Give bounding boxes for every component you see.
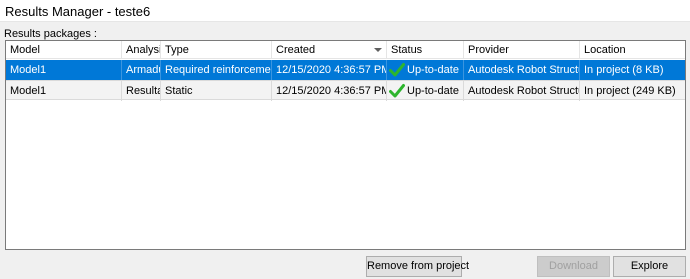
table-row[interactable]: Model1 Resultado Static 12/15/2020 4:36:… (6, 80, 685, 101)
table-header: Model Analysis Type Created Status Provi… (6, 41, 685, 59)
cell-created: 12/15/2020 4:36:57 PM (272, 60, 387, 80)
column-header-created[interactable]: Created (272, 41, 387, 59)
cell-status: Up-to-date (387, 60, 464, 80)
cell-created: 12/15/2020 4:36:57 PM (272, 81, 387, 101)
explore-button[interactable]: Explore (613, 256, 686, 277)
cell-provider: Autodesk Robot Structural Ana (464, 60, 580, 80)
cell-type: Required reinforcement (161, 60, 272, 80)
column-header-model[interactable]: Model (6, 41, 122, 59)
cell-location: In project (8 KB) (584, 64, 664, 76)
remove-from-project-button[interactable]: Remove from project (366, 256, 469, 277)
check-icon (389, 63, 405, 77)
cell-analysis: Armadura (122, 60, 161, 80)
column-header-provider[interactable]: Provider (464, 41, 580, 59)
results-packages-label: Results packages : (4, 28, 97, 40)
download-button[interactable]: Download (537, 256, 610, 277)
cell-status: Up-to-date (387, 81, 464, 101)
cell-model: Model1 (6, 81, 122, 101)
column-header-status[interactable]: Status (387, 41, 464, 59)
column-header-analysis[interactable]: Analysis (122, 41, 161, 59)
cell-type: Static (161, 81, 272, 101)
check-icon (389, 84, 405, 98)
cell-model: Model1 (6, 60, 122, 80)
column-header-location[interactable]: Location (580, 41, 685, 59)
cell-location: In project (249 KB) (584, 85, 676, 97)
title-bar: Results Manager - teste6 (0, 0, 690, 22)
status-text: Up-to-date (407, 85, 459, 97)
column-header-type[interactable]: Type (161, 41, 272, 59)
window-title: Results Manager - teste6 (5, 4, 151, 19)
status-text: Up-to-date (407, 64, 459, 76)
results-table: Model Analysis Type Created Status Provi… (5, 40, 686, 250)
table-row[interactable]: Model1 Armadura Required reinforcement 1… (6, 60, 685, 80)
cell-provider: Autodesk Robot Structural Ana (464, 81, 580, 101)
cell-analysis: Resultado (122, 81, 161, 101)
